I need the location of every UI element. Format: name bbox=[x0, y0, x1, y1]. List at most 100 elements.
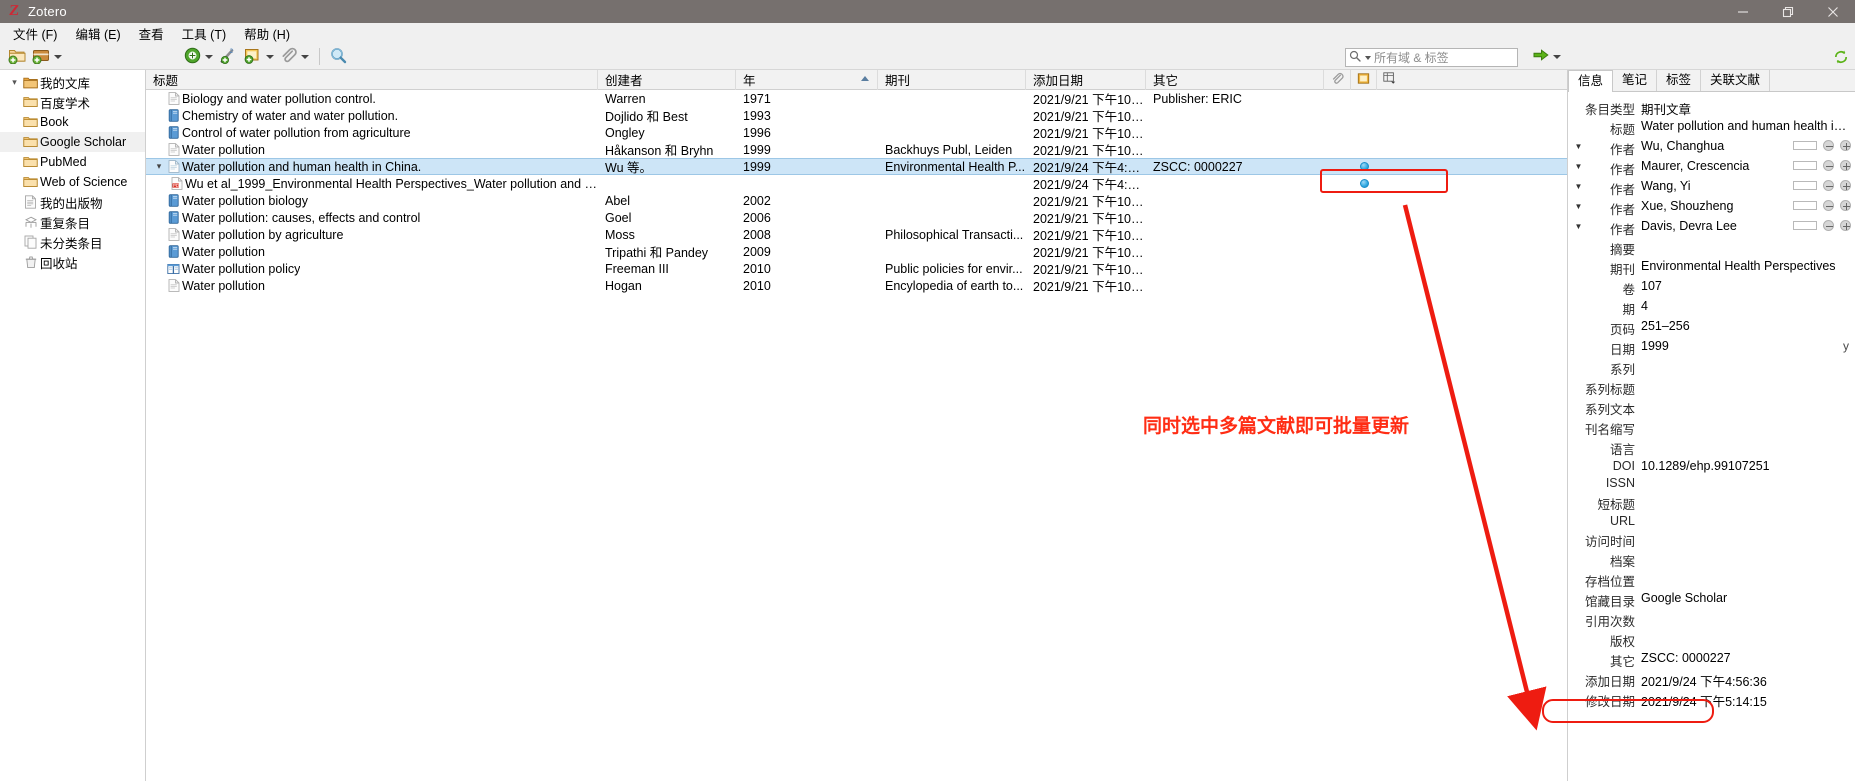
column-header-note[interactable] bbox=[1351, 69, 1377, 90]
sidebar-item-my-publications[interactable]: 我的出版物 bbox=[0, 192, 145, 212]
table-row[interactable]: Water pollution Hogan 2010 Encylopedia o… bbox=[146, 277, 1567, 294]
table-row-selected[interactable]: ▾ Water pollution and human health in Ch… bbox=[146, 158, 1567, 175]
menu-file[interactable]: 文件 (F) bbox=[4, 22, 66, 45]
menu-edit[interactable]: 编辑 (E) bbox=[66, 22, 129, 45]
field-value[interactable] bbox=[1641, 358, 1851, 359]
table-row[interactable]: Biology and water pollution control. War… bbox=[146, 90, 1567, 107]
field-value[interactable]: Xue, Shouzheng bbox=[1641, 198, 1793, 213]
new-item-dropdown-caret[interactable] bbox=[205, 54, 213, 59]
column-header-title[interactable]: 标题 bbox=[146, 69, 598, 90]
switch-name-mode-button[interactable] bbox=[1793, 181, 1817, 190]
field-value[interactable] bbox=[1641, 438, 1851, 439]
switch-name-mode-button[interactable] bbox=[1793, 201, 1817, 210]
switch-name-mode-button[interactable] bbox=[1793, 161, 1817, 170]
new-library-dropdown-caret[interactable] bbox=[54, 54, 62, 59]
sidebar-item-trash[interactable]: 回收站 bbox=[0, 252, 145, 272]
remove-creator-button[interactable] bbox=[1823, 180, 1834, 191]
field-value[interactable]: 4 bbox=[1641, 298, 1851, 313]
field-value[interactable]: 251–256 bbox=[1641, 318, 1851, 333]
column-header-creator[interactable]: 创建者 bbox=[598, 69, 736, 90]
switch-name-mode-button[interactable] bbox=[1793, 141, 1817, 150]
chevron-down-icon[interactable]: ▼ bbox=[1572, 178, 1585, 191]
sidebar-item-book[interactable]: Book bbox=[0, 112, 145, 132]
new-note-dropdown-caret[interactable] bbox=[266, 54, 274, 59]
remove-creator-button[interactable] bbox=[1823, 200, 1834, 211]
close-icon[interactable] bbox=[1810, 0, 1855, 23]
add-creator-button[interactable] bbox=[1840, 220, 1851, 231]
locate-button[interactable] bbox=[1533, 48, 1561, 65]
menu-tools[interactable]: 工具 (T) bbox=[173, 22, 235, 45]
add-creator-button[interactable] bbox=[1840, 160, 1851, 171]
minimize-icon[interactable] bbox=[1720, 0, 1765, 23]
field-value[interactable]: 期刊文章 bbox=[1641, 98, 1851, 118]
remove-creator-button[interactable] bbox=[1823, 160, 1834, 171]
search-box[interactable]: 所有域 & 标签 bbox=[1345, 48, 1518, 67]
field-value[interactable] bbox=[1641, 475, 1851, 476]
table-row-child[interactable]: PDF Wu et al_1999_Environmental Health P… bbox=[146, 175, 1567, 192]
column-header-publication[interactable]: 期刊 bbox=[878, 69, 1026, 90]
column-header-extra[interactable]: 其它 bbox=[1146, 69, 1324, 90]
switch-name-mode-button[interactable] bbox=[1793, 221, 1817, 230]
add-creator-button[interactable] bbox=[1840, 180, 1851, 191]
field-value[interactable] bbox=[1641, 493, 1851, 494]
chevron-down-icon[interactable]: ▼ bbox=[1572, 158, 1585, 171]
field-value[interactable]: 10.1289/ehp.99107251 bbox=[1641, 458, 1851, 473]
field-value[interactable] bbox=[1641, 418, 1851, 419]
menu-help[interactable]: 帮助 (H) bbox=[235, 22, 299, 45]
sidebar-item-unfiled[interactable]: 未分类条目 bbox=[0, 232, 145, 252]
chevron-down-icon[interactable]: ▼ bbox=[1572, 198, 1585, 211]
sidebar-item-duplicates[interactable]: 重复条目 bbox=[0, 212, 145, 232]
sidebar-item-my-library[interactable]: ▾ 我的文库 bbox=[0, 72, 145, 92]
table-row[interactable]: Water pollution by agriculture Moss 2008… bbox=[146, 226, 1567, 243]
column-header-year[interactable]: 年 bbox=[736, 69, 878, 90]
field-value[interactable] bbox=[1641, 610, 1851, 611]
chevron-down-icon[interactable]: ▼ bbox=[1572, 218, 1585, 231]
column-header-date-added[interactable]: 添加日期 bbox=[1026, 69, 1146, 90]
remove-creator-button[interactable] bbox=[1823, 140, 1834, 151]
field-value[interactable]: Maurer, Crescencia bbox=[1641, 158, 1793, 173]
new-library-button[interactable] bbox=[30, 46, 64, 68]
field-value[interactable] bbox=[1641, 378, 1851, 379]
tab-notes[interactable]: 笔记 bbox=[1613, 70, 1658, 91]
table-row[interactable]: Water pollution Håkanson 和 Bryhn 1999 Ba… bbox=[146, 141, 1567, 158]
field-value[interactable]: Water pollution and human health in Chin… bbox=[1641, 118, 1851, 133]
add-attachment-dropdown-caret[interactable] bbox=[301, 54, 309, 59]
table-row[interactable]: Water pollution policy Freeman III 2010 … bbox=[146, 260, 1567, 277]
new-note-button[interactable] bbox=[242, 46, 276, 68]
field-value[interactable]: ZSCC: 0000227 bbox=[1641, 650, 1851, 665]
advanced-search-button[interactable] bbox=[328, 46, 349, 68]
chevron-down-icon[interactable]: ▼ bbox=[1572, 138, 1585, 151]
field-value[interactable] bbox=[1641, 550, 1851, 551]
tab-related[interactable]: 关联文献 bbox=[1701, 70, 1771, 91]
sidebar-item-google-scholar[interactable]: Google Scholar bbox=[0, 132, 145, 152]
field-value[interactable] bbox=[1641, 630, 1851, 631]
chevron-down-icon[interactable]: ▾ bbox=[153, 161, 165, 172]
field-value[interactable] bbox=[1641, 513, 1851, 514]
table-row[interactable]: Chemistry of water and water pollution. … bbox=[146, 107, 1567, 124]
sidebar-item-baidu-scholar[interactable]: 百度学术 bbox=[0, 92, 145, 112]
field-value[interactable]: 1999 bbox=[1641, 338, 1851, 353]
new-collection-button[interactable] bbox=[6, 46, 28, 68]
add-creator-button[interactable] bbox=[1840, 140, 1851, 151]
field-value[interactable]: Environmental Health Perspectives bbox=[1641, 258, 1851, 273]
add-creator-button[interactable] bbox=[1840, 200, 1851, 211]
field-value[interactable] bbox=[1641, 238, 1851, 239]
tab-tags[interactable]: 标签 bbox=[1657, 70, 1702, 91]
add-attachment-button[interactable] bbox=[278, 46, 311, 68]
table-row[interactable]: Water pollution biology Abel 2002 2021/9… bbox=[146, 192, 1567, 209]
field-value[interactable]: Davis, Devra Lee bbox=[1641, 218, 1793, 233]
field-value[interactable] bbox=[1641, 530, 1851, 531]
table-row[interactable]: Water pollution: causes, effects and con… bbox=[146, 209, 1567, 226]
chevron-down-icon[interactable]: ▾ bbox=[8, 77, 21, 88]
new-item-button[interactable] bbox=[182, 46, 215, 68]
field-value[interactable] bbox=[1641, 398, 1851, 399]
restore-icon[interactable] bbox=[1765, 0, 1810, 23]
menu-view[interactable]: 查看 bbox=[130, 22, 173, 45]
add-by-identifier-button[interactable]: 2 bbox=[217, 46, 240, 68]
field-value[interactable]: Wang, Yi bbox=[1641, 178, 1793, 193]
sidebar-item-web-of-science[interactable]: Web of Science bbox=[0, 172, 145, 192]
search-mode-caret[interactable] bbox=[1365, 55, 1371, 60]
column-picker-button[interactable] bbox=[1377, 70, 1401, 90]
sidebar-item-pubmed[interactable]: PubMed bbox=[0, 152, 145, 172]
field-value[interactable]: Google Scholar bbox=[1641, 590, 1851, 605]
